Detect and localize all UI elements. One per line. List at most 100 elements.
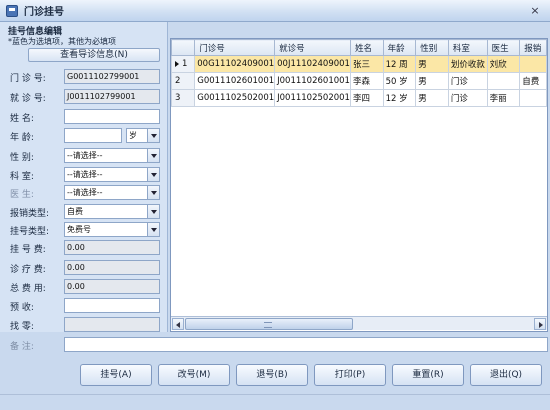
reimburse-type-select[interactable]: 自费 [64, 204, 160, 219]
cell-visit-no[interactable]: J0011102601001 [274, 72, 351, 90]
scroll-right-icon[interactable] [534, 318, 546, 330]
cell-department[interactable]: 划价收款 [447, 55, 488, 73]
total-fee-label: 总 费 用: [10, 284, 46, 294]
grid-rowhead-header [171, 39, 196, 56]
registration-form-panel: 挂号信息编辑 *蓝色为选填项，其他为必填项 查看导诊信息(N) 门 诊 号: G… [0, 22, 168, 332]
age-unit-select[interactable]: 岁 [126, 128, 160, 143]
change-field[interactable] [64, 317, 160, 332]
cell-reimburse[interactable]: 自费 [519, 72, 547, 90]
scrollbar-thumb[interactable] [185, 318, 353, 330]
row-index: 3 [175, 93, 181, 103]
reset-button[interactable]: 重置(R) [392, 364, 464, 386]
department-value: --请选择-- [67, 170, 103, 179]
table-row[interactable]: 1 00G11102409001 00J11102409001 张三 12 周 … [171, 55, 547, 73]
col-header-outpatient-no[interactable]: 门诊号 [194, 39, 276, 56]
registration-table: 门诊号 就诊号 姓名 年龄 性别 科室 医生 报销 1 00G111024090… [171, 39, 547, 107]
chevron-down-icon[interactable] [147, 205, 159, 218]
cell-visit-no[interactable]: 00J11102409001 [274, 55, 351, 73]
cell-outpatient-no[interactable]: G0011102502001 [194, 89, 276, 107]
title-bar: 门诊挂号 × [0, 0, 550, 22]
register-type-label: 挂号类型: [10, 227, 50, 237]
consult-fee-field[interactable]: 0.00 [64, 260, 160, 275]
cell-department[interactable]: 门诊 [447, 72, 488, 90]
chevron-down-icon[interactable] [147, 168, 159, 181]
cell-reimburse[interactable] [519, 89, 547, 107]
chevron-down-icon[interactable] [147, 186, 159, 199]
cell-reimburse[interactable] [519, 55, 547, 73]
chevron-down-icon[interactable] [147, 149, 159, 162]
print-button[interactable]: 打印(P) [314, 364, 386, 386]
cell-outpatient-no[interactable]: G0011102601001 [194, 72, 276, 90]
department-select[interactable]: --请选择-- [64, 167, 160, 182]
total-fee-field[interactable]: 0.00 [64, 279, 160, 294]
cell-outpatient-no[interactable]: 00G11102409001 [194, 55, 276, 73]
chevron-down-icon[interactable] [147, 129, 159, 142]
cell-age[interactable]: 12 周 [382, 55, 417, 73]
name-input[interactable] [64, 109, 160, 124]
prepaid-input[interactable] [64, 298, 160, 313]
register-type-select[interactable]: 免费号 [64, 222, 160, 237]
row-header[interactable]: 2 [171, 72, 196, 90]
exit-button[interactable]: 退出(Q) [470, 364, 542, 386]
change-row: 找 零: [0, 317, 168, 334]
department-label: 科 室: [10, 172, 34, 182]
change-label: 找 零: [10, 322, 34, 332]
col-header-visit-no[interactable]: 就诊号 [274, 39, 351, 56]
cell-name[interactable]: 张三 [349, 55, 384, 73]
register-type-row: 挂号类型: 免费号 [0, 222, 168, 239]
age-row: 年 龄: 岁 [0, 128, 168, 145]
age-unit-value: 岁 [129, 131, 137, 140]
register-button[interactable]: 挂号(A) [80, 364, 152, 386]
current-row-pointer-icon [175, 60, 179, 67]
gender-select[interactable]: --请选择-- [64, 148, 160, 163]
cell-gender[interactable]: 男 [415, 72, 449, 90]
chevron-down-icon[interactable] [147, 223, 159, 236]
close-icon[interactable]: × [528, 4, 542, 17]
cell-name[interactable]: 李森 [349, 72, 384, 90]
modify-button[interactable]: 改号(M) [158, 364, 230, 386]
row-index: 1 [182, 59, 188, 69]
cell-gender[interactable]: 男 [415, 55, 449, 73]
cell-gender[interactable]: 男 [415, 89, 449, 107]
cell-doctor[interactable] [486, 72, 521, 90]
scroll-left-icon[interactable] [172, 318, 184, 330]
status-bar [0, 394, 550, 410]
register-type-value: 免费号 [67, 225, 91, 234]
row-header[interactable]: 3 [171, 89, 196, 107]
col-header-department[interactable]: 科室 [447, 39, 488, 56]
visit-no-field[interactable]: J0011102799001 [64, 89, 160, 104]
cell-department[interactable]: 门诊 [447, 89, 488, 107]
col-header-doctor[interactable]: 医生 [486, 39, 521, 56]
cell-age[interactable]: 50 岁 [382, 72, 417, 90]
col-header-age[interactable]: 年龄 [382, 39, 417, 56]
lookup-guide-button[interactable]: 查看导诊信息(N) [28, 48, 160, 62]
age-input[interactable] [64, 128, 122, 143]
table-row[interactable]: 3 G0011102502001 J0011102502001 李四 12 岁 … [171, 89, 547, 107]
cell-name[interactable]: 李四 [349, 89, 384, 107]
visit-no-row: 就 诊 号: J0011102799001 [0, 89, 168, 106]
cell-age[interactable]: 12 岁 [382, 89, 417, 107]
visit-no-label: 就 诊 号: [10, 94, 46, 104]
grid-horizontal-scrollbar[interactable] [171, 316, 547, 330]
row-header[interactable]: 1 [171, 55, 196, 73]
doctor-select[interactable]: --请选择-- [64, 185, 160, 200]
cell-doctor[interactable]: 李丽 [486, 89, 521, 107]
gender-row: 性 别: --请选择-- [0, 148, 168, 165]
row-index: 2 [175, 76, 181, 86]
consult-fee-row: 诊 疗 费: 0.00 [0, 260, 168, 277]
window-title: 门诊挂号 [24, 7, 64, 18]
col-header-name[interactable]: 姓名 [349, 39, 384, 56]
remark-input[interactable] [64, 337, 548, 352]
register-fee-field[interactable]: 0.00 [64, 240, 160, 255]
department-row: 科 室: --请选择-- [0, 167, 168, 184]
cell-visit-no[interactable]: J0011102502001 [274, 89, 351, 107]
table-row[interactable]: 2 G0011102601001 J0011102601001 李森 50 岁 … [171, 72, 547, 90]
doctor-row: 医 生: --请选择-- [0, 185, 168, 202]
col-header-reimburse[interactable]: 报销 [519, 39, 547, 56]
cell-doctor[interactable]: 刘欣 [486, 55, 521, 73]
reimburse-type-value: 自费 [67, 207, 83, 216]
refund-button[interactable]: 退号(B) [236, 364, 308, 386]
registration-grid[interactable]: 门诊号 就诊号 姓名 年龄 性别 科室 医生 报销 1 00G111024090… [170, 38, 548, 332]
outpatient-no-field[interactable]: G0011102799001 [64, 69, 160, 84]
col-header-gender[interactable]: 性别 [415, 39, 449, 56]
